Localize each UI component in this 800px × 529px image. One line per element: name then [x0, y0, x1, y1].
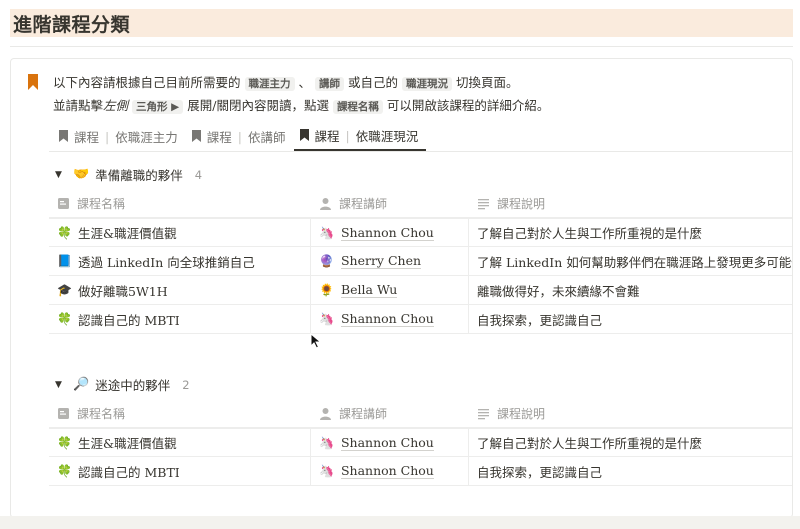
course-table-leaving: 課程名稱 課程講師 課程說明 🍀 生涯&職涯價值觀 🦄 Shannon Chou 了…: [49, 189, 793, 334]
teacher-name[interactable]: Shannon Chou: [340, 311, 434, 327]
column-header-desc[interactable]: 課程說明: [469, 399, 792, 427]
sunflower-icon: 🌻: [319, 283, 334, 297]
course-table-lost: 課程名稱 課程講師 課程說明 🍀 生涯&職涯價值觀 🦄 Shannon Chou 了…: [49, 399, 792, 486]
column-header-teacher[interactable]: 課程講師: [311, 399, 469, 427]
text-lines-icon: [478, 408, 489, 419]
inline-code-course-name: 課程名稱: [332, 100, 383, 114]
crystal-ball-icon: 🔮: [319, 254, 334, 268]
inline-code-teacher: 講師: [314, 77, 344, 91]
unicorn-icon: 🦄: [319, 312, 334, 326]
table-row[interactable]: 🍀 認識自己的 MBTI 🦄 Shannon Chou 自我探索，更認識自己: [49, 457, 792, 486]
person-icon: [320, 407, 331, 420]
inline-code-triangle: 三角形 ▶: [132, 100, 184, 114]
clover-icon: 🍀: [57, 225, 72, 240]
table-row[interactable]: 📘 透過 LinkedIn 向全球推銷自己 🔮 Sherry Chen 了解 Lin…: [49, 247, 793, 276]
clover-icon: 🍀: [57, 464, 72, 478]
tab-by-career-status[interactable]: 課程 | 依職涯現況: [293, 121, 427, 151]
course-desc: 離職做得好，未來續緣不會難: [477, 283, 640, 299]
group-title: 準備離職的夥伴: [95, 168, 183, 183]
table-row[interactable]: 🍀 認識自己的 MBTI 🦄 Shannon Chou 自我探索，更認識自己: [49, 305, 792, 334]
tab-by-teacher[interactable]: 課程 | 依講師: [186, 121, 294, 151]
course-name[interactable]: 生涯&職涯價值觀: [78, 223, 177, 242]
book-icon: 📘: [57, 254, 72, 268]
course-desc: 自我探索，更認識自己: [477, 312, 603, 328]
column-header-desc[interactable]: 課程說明: [469, 189, 792, 217]
course-name[interactable]: 生涯&職涯價值觀: [78, 433, 177, 452]
teacher-name[interactable]: Shannon Chou: [340, 225, 434, 241]
course-name[interactable]: 認識自己的 MBTI: [78, 310, 180, 329]
page-icon: [58, 407, 69, 419]
inline-code-career-status: 職涯現況: [401, 77, 452, 91]
bookmark-icon: [299, 129, 309, 141]
course-name[interactable]: 透過 LinkedIn 向全球推銷自己: [78, 252, 255, 271]
course-name[interactable]: 做好離職5W1H: [78, 281, 168, 300]
unicorn-icon: 🦄: [319, 464, 334, 478]
unicorn-icon: 🦄: [319, 225, 334, 240]
course-desc: 了解 LinkedIn 如何幫助夥伴們在職涯路上發現更多可能性: [477, 254, 793, 270]
person-icon: [320, 197, 331, 210]
bookmark-icon: [191, 130, 201, 142]
table-row[interactable]: 🍀 生涯&職涯價值觀 🦄 Shannon Chou 了解自己對於人生與工作所重視的是…: [49, 428, 792, 457]
course-desc: 自我探索，更認識自己: [477, 464, 603, 480]
tabs-divider: [49, 151, 792, 152]
toggle-triangle-icon[interactable]: ▼: [55, 380, 67, 390]
teacher-name[interactable]: Shannon Chou: [340, 463, 434, 479]
group-title: 迷途中的夥伴: [95, 378, 171, 393]
course-desc: 了解自己對於人生與工作所重視的是什麼: [477, 436, 703, 451]
column-header-name[interactable]: 課程名稱: [49, 399, 311, 427]
course-desc: 了解自己對於人生與工作所重視的是什麼: [477, 226, 703, 241]
page-header: 進階課程分類: [10, 9, 793, 37]
column-header-teacher[interactable]: 課程講師: [311, 189, 469, 217]
divider: [10, 46, 793, 47]
teacher-name[interactable]: Bella Wu: [340, 282, 398, 298]
page-title: 進階課程分類: [13, 13, 131, 36]
unicorn-icon: 🦄: [319, 435, 334, 450]
group-header-leaving[interactable]: ▼ 🤝 準備離職的夥伴 4: [55, 165, 202, 184]
group-count: 4: [194, 167, 203, 182]
intro-text: 以下內容請根據自己目前所需要的 職涯主力 、 講師 或自己的 職涯現況 切換頁面…: [53, 75, 550, 114]
inline-code-career-focus: 職涯主力: [244, 77, 295, 91]
callout-block: 以下內容請根據自己目前所需要的 職涯主力 、 講師 或自己的 職涯現況 切換頁面…: [10, 58, 793, 518]
bookmark-icon: [28, 74, 38, 90]
magnifier-icon: 🔎: [73, 377, 90, 392]
handshake-icon: 🤝: [73, 167, 90, 182]
course-name[interactable]: 認識自己的 MBTI: [78, 462, 180, 481]
bottom-bar: [0, 516, 800, 529]
bookmark-icon: [59, 130, 68, 142]
column-header-name[interactable]: 課程名稱: [49, 189, 311, 217]
group-count: 2: [182, 377, 190, 392]
page-icon: [58, 197, 69, 209]
table-row[interactable]: 🎓 做好離職5W1H 🌻 Bella Wu 離職做得好，未來續緣不會難: [49, 276, 792, 305]
mouse-cursor-icon: [310, 333, 322, 349]
group-header-lost[interactable]: ▼ 🔎 迷途中的夥伴 2: [55, 375, 190, 394]
toggle-triangle-icon[interactable]: ▼: [55, 170, 67, 180]
teacher-name[interactable]: Sherry Chen: [340, 253, 422, 269]
graduation-cap-icon: 🎓: [57, 283, 72, 297]
view-tabs: 課程 | 依職涯主力 課程 | 依講師 課程 | 依職涯現況: [53, 121, 427, 151]
table-row[interactable]: 🍀 生涯&職涯價值觀 🦄 Shannon Chou 了解自己對於人生與工作所重視的是…: [49, 218, 792, 247]
text-lines-icon: [478, 198, 489, 209]
clover-icon: 🍀: [57, 435, 72, 450]
clover-icon: 🍀: [57, 312, 72, 326]
table-header-row: 課程名稱 課程講師 課程說明: [49, 399, 792, 428]
teacher-name[interactable]: Shannon Chou: [340, 435, 434, 451]
table-header-row: 課程名稱 課程講師 課程說明: [49, 189, 792, 218]
tab-by-career-focus[interactable]: 課程 | 依職涯主力: [53, 121, 186, 151]
